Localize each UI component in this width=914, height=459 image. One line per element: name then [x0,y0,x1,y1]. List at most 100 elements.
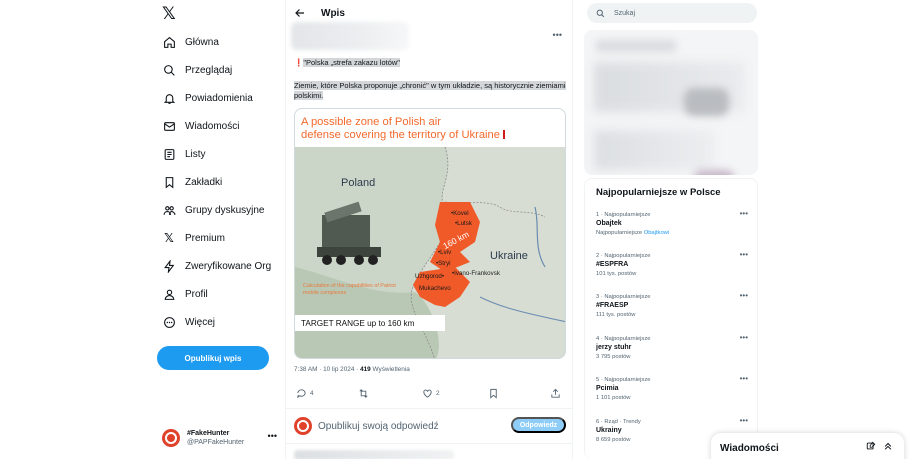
x-logo-icon[interactable]: 𝕏 [162,5,176,23]
reply-action[interactable]: 4 [296,388,314,399]
more-dots-icon[interactable]: ••• [740,291,748,300]
nav-item-label: Przeglądaj [185,64,233,76]
more-dots-icon[interactable]: ••• [740,416,748,425]
trend-item[interactable]: 1 · Najpopularniejsze Obajtek Najpopular… [596,209,748,238]
nav-item-label: Grupy dyskusyjne [185,204,265,216]
more-circle-icon [162,315,176,329]
account-handle: @PAPFakeHunter [187,439,245,446]
more-dots-icon[interactable]: ••• [740,374,748,383]
map-city: •Lutsk [455,220,472,227]
nav-item-premium[interactable]: 𝕏 Premium [162,229,225,247]
divider [286,408,572,409]
like-action[interactable]: 2 [422,388,440,399]
bookmark-action[interactable] [488,388,502,399]
trends-panel: Najpopularniejsze w Polsce 1 · Najpopula… [584,178,758,459]
bookmark-icon [162,175,176,189]
post-button[interactable]: Opublikuj wpis [157,346,269,370]
map-note: Calculation of the capabilities of Patri… [303,283,396,296]
repost-icon [359,389,368,398]
more-dots-icon[interactable]: ••• [740,250,748,259]
nav-item-explore[interactable]: Przeglądaj [162,61,232,79]
reply-icon [297,389,306,399]
messages-drawer[interactable]: Wiadomości [711,433,904,459]
trend-item[interactable]: 2 · Najpopularniejsze #ESPFRA 101 tys. p… [596,250,748,279]
communities-icon [162,203,176,217]
more-dots-icon[interactable]: ••• [268,431,277,441]
lightning-icon [162,259,176,273]
mail-icon [162,119,176,133]
trend-item[interactable]: 5 · Najpopularniejsze Pcimia 1 101 postó… [596,374,748,403]
map-graphic: Poland Ukraine •Kovel •Lutsk 160 km •Lvi… [295,146,565,358]
avatar [162,429,180,447]
nav-item-bookmarks[interactable]: Zakładki [162,173,222,191]
map-city: Mukachevo [419,285,451,292]
search-input[interactable]: Szukaj [614,10,734,17]
main-column: Wpis ••• ❗"Polska „strefa zakazu lotów" … [285,0,573,459]
nav-item-label: Profil [185,288,208,300]
reply-blurred [294,450,454,459]
exclamation-icon: ❗ [294,58,304,67]
blurred-card [584,30,758,175]
nav-item-label: Zakładki [185,176,223,188]
page-title: Wpis [321,7,345,19]
nav-item-verified-orgs[interactable]: Zweryfikowane Org [162,257,271,275]
reply-input[interactable]: Opublikuj swoją odpowiedź [318,421,439,432]
author-blurred [291,22,409,50]
nav-item-notifications[interactable]: Powiadomienia [162,89,253,107]
nav-item-home[interactable]: Główna [162,33,219,51]
map-city: •Ivano-Frankovsk [452,270,500,277]
divider [286,443,572,444]
chevron-up-icon[interactable] [883,441,893,451]
list-icon [162,147,176,161]
tweet-actions: 4 2 [294,388,566,404]
share-icon [551,388,560,398]
more-dots-icon[interactable]: ••• [553,30,562,40]
map-label-ukraine: Ukraine [490,250,528,262]
more-dots-icon[interactable]: ••• [740,333,748,342]
repost-action[interactable] [358,388,372,399]
nav-item-label: Główna [185,36,219,48]
more-dots-icon[interactable]: ••• [740,209,748,218]
share-action[interactable] [550,388,564,399]
trend-link[interactable]: Obajtkowi [644,230,669,236]
nav-item-more[interactable]: Więcej [162,313,215,331]
nav-item-label: Premium [185,232,226,244]
drawer-title: Wiadomości [720,442,779,454]
map-label-poland: Poland [341,177,376,189]
tweet-image[interactable]: A possible zone of Polish air defense co… [294,108,566,359]
trend-item[interactable]: 4 · Najpopularniejsze jerzy stuhr 3 795 … [596,333,748,362]
account-switcher[interactable]: #FakeHunter @PAPFakeHunter ••• [162,427,277,449]
search-bar[interactable]: Szukaj [587,3,757,23]
nav-item-lists[interactable]: Listy [162,145,206,163]
bookmark-icon [490,388,497,399]
search-icon [162,63,176,77]
image-title-line1: A possible zone of Polish air [301,116,441,128]
profile-icon [162,287,176,301]
reply-composer: Opublikuj swoją odpowiedź Odpowiedz [294,415,566,437]
back-arrow-icon[interactable] [294,6,308,20]
trends-title: Najpopularniejsze w Polsce [596,187,721,198]
new-message-icon[interactable] [866,441,876,451]
right-sidebar: Szukaj Najpopularniejsze w Polsce 1 · Na… [583,0,758,459]
x-logo-icon: 𝕏 [164,231,174,245]
nav-item-messages[interactable]: Wiadomości [162,117,239,135]
nav-item-label: Wiadomości [185,120,240,132]
map-city: Uzhgorod• [415,273,445,280]
tweet-text-line2: Ziemie, które Polska proponuje „chronić"… [294,81,566,100]
search-icon [596,9,605,17]
bell-icon [162,91,176,105]
account-name: #FakeHunter [187,430,230,437]
image-title-line2: defense covering the territory of Ukrain… [301,129,505,142]
map-city: •Stryi [436,260,451,267]
map-range-label: TARGET RANGE up to 160 km [295,315,445,331]
trend-item[interactable]: 3 · Najpopularniejsze #FRAESP 111 tys. p… [596,291,748,320]
nav-item-communities[interactable]: Grupy dyskusyjne [162,201,264,219]
avatar [294,417,312,435]
map-city: •Kovel [451,210,469,217]
tweet-meta: 7:38 AM · 10 lip 2024 · 419 Wyświetlenia [294,366,410,373]
map-city: •Lviv [438,249,452,256]
nav-item-profile[interactable]: Profil [162,285,208,303]
nav-item-label: Listy [185,148,206,160]
reply-button[interactable]: Odpowiedz [511,417,566,433]
home-icon [162,35,176,49]
